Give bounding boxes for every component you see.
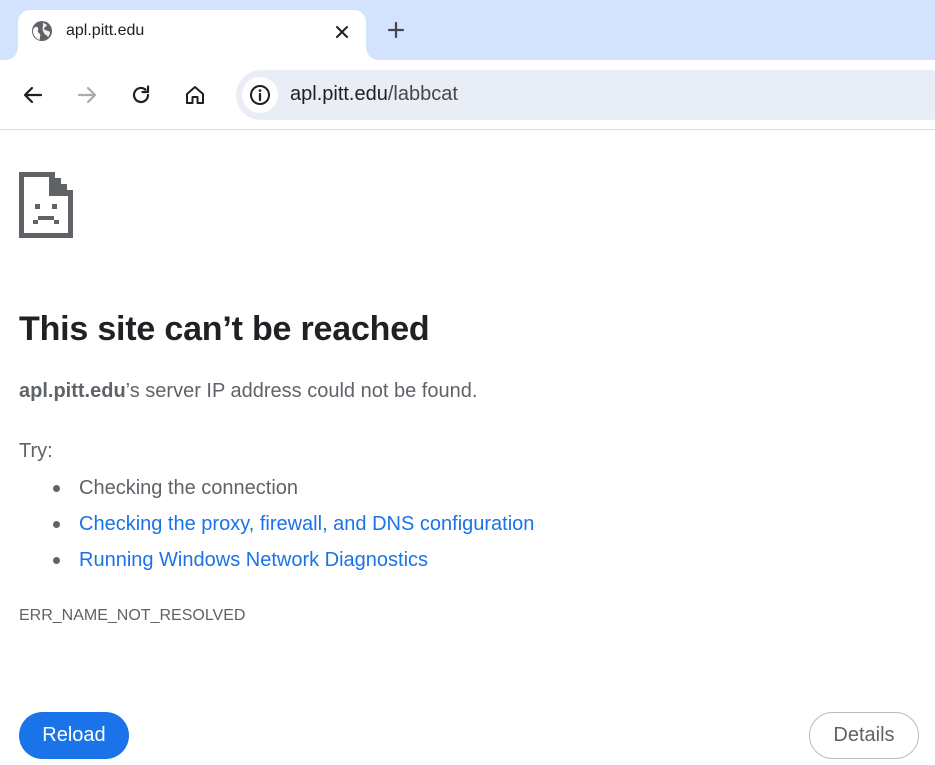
active-tab[interactable]: apl.pitt.edu bbox=[6, 10, 378, 60]
suggestion-check-connection: Checking the connection bbox=[79, 477, 299, 499]
reload-button[interactable]: Reload bbox=[19, 712, 129, 759]
url-host: apl.pitt.edu bbox=[290, 83, 388, 105]
new-tab-button[interactable] bbox=[382, 16, 410, 44]
address-bar[interactable]: apl.pitt.edu/labbcat bbox=[236, 70, 935, 120]
toolbar: apl.pitt.edu/labbcat bbox=[0, 60, 935, 130]
error-host: apl.pitt.edu bbox=[19, 380, 126, 402]
globe-icon bbox=[31, 20, 53, 42]
error-message: apl.pitt.edu’s server IP address could n… bbox=[19, 380, 477, 403]
url-text[interactable]: apl.pitt.edu/labbcat bbox=[290, 83, 458, 106]
arrow-left-icon bbox=[22, 84, 44, 106]
suggestion-proxy-firewall-dns-link[interactable]: Checking the proxy, firewall, and DNS co… bbox=[79, 513, 534, 535]
tab-title: apl.pitt.edu bbox=[66, 22, 145, 39]
home-button[interactable] bbox=[180, 80, 210, 110]
back-button[interactable] bbox=[18, 80, 48, 110]
reload-icon bbox=[130, 84, 152, 106]
url-path: /labbcat bbox=[387, 83, 458, 105]
error-heading: This site can’t be reached bbox=[19, 310, 430, 348]
site-info-button[interactable] bbox=[242, 77, 278, 113]
info-icon bbox=[249, 84, 271, 106]
list-item: Running Windows Network Diagnostics bbox=[52, 546, 534, 582]
error-code: ERR_NAME_NOT_RESOLVED bbox=[19, 607, 246, 624]
suggestions-list: Checking the connection Checking the pro… bbox=[52, 474, 534, 582]
list-item: Checking the proxy, firewall, and DNS co… bbox=[52, 510, 534, 546]
try-label: Try: bbox=[19, 440, 53, 462]
home-icon bbox=[184, 84, 206, 106]
error-message-rest: ’s server IP address could not be found. bbox=[125, 380, 478, 402]
tab-strip: apl.pitt.edu bbox=[0, 0, 935, 60]
forward-button[interactable] bbox=[72, 80, 102, 110]
sad-page-icon bbox=[19, 172, 73, 238]
details-button[interactable]: Details bbox=[809, 712, 919, 759]
close-icon[interactable] bbox=[330, 20, 354, 44]
reload-page-button[interactable] bbox=[126, 80, 156, 110]
suggestion-network-diagnostics-link[interactable]: Running Windows Network Diagnostics bbox=[79, 549, 428, 571]
list-item: Checking the connection bbox=[52, 474, 534, 510]
arrow-right-icon bbox=[76, 84, 98, 106]
plus-icon bbox=[387, 21, 405, 39]
